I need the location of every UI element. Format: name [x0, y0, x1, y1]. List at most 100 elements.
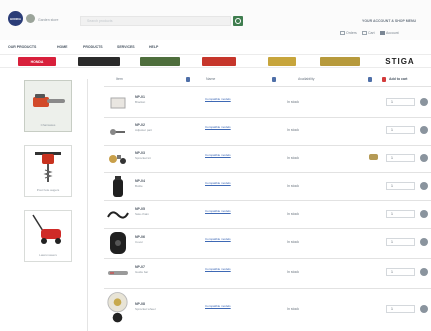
main-nav: OUR PRODUCTS HOME PRODUCTS SERVICES HELP: [0, 44, 431, 52]
table-row-thumb[interactable]: [105, 202, 130, 227]
nav-services[interactable]: SERVICES: [117, 45, 135, 49]
table-row-thumb[interactable]: [105, 174, 130, 199]
nav-products[interactable]: PRODUCTS: [83, 45, 103, 49]
add-to-cart-button[interactable]: [420, 305, 428, 313]
add-to-cart-button[interactable]: [420, 268, 428, 276]
add-to-cart-button[interactable]: [420, 238, 428, 246]
table-row-thumb[interactable]: [105, 119, 130, 144]
table-row-thumb[interactable]: [105, 146, 130, 171]
chainsaw-icon: [33, 94, 65, 107]
row-divider: [104, 288, 431, 289]
quantity-input[interactable]: 1: [386, 154, 415, 162]
part-description: Guide bar: [135, 270, 149, 274]
quantity-input[interactable]: 1: [386, 182, 415, 190]
compatible-models-link[interactable]: Compatible models: [205, 97, 231, 101]
sort-icon[interactable]: [368, 77, 372, 82]
availability-text: In stock: [287, 100, 300, 104]
compatible-models-link[interactable]: Compatible models: [205, 125, 231, 129]
table-row-thumb[interactable]: [105, 90, 130, 115]
part-description: Bracket: [135, 100, 146, 104]
quantity-input[interactable]: 1: [386, 126, 415, 134]
auger-icon: [35, 152, 61, 182]
quantity-input[interactable]: 1: [386, 305, 415, 313]
part-code: NP-01: [135, 95, 145, 99]
part-description: Bottle: [135, 184, 143, 188]
brand-logo-6[interactable]: [320, 57, 360, 66]
quantity-input[interactable]: 1: [386, 238, 415, 246]
column-add-to-cart: Add to cart: [389, 77, 408, 81]
chain-icon: [106, 210, 129, 219]
part-code: NP-06: [135, 235, 145, 239]
column-item[interactable]: Item: [116, 77, 123, 81]
part-code: NP-05: [135, 207, 145, 211]
add-to-cart-button[interactable]: [420, 182, 428, 190]
nav-home[interactable]: HOME: [57, 45, 68, 49]
brand-logo-1[interactable]: HONDA: [18, 57, 56, 66]
compatible-models-link[interactable]: Compatible models: [205, 304, 231, 308]
brand-logo-3[interactable]: [140, 57, 180, 66]
add-to-cart-button[interactable]: [420, 98, 428, 106]
search-placeholder: Search products: [87, 19, 113, 23]
wheel-icon: [107, 291, 128, 322]
brand-logo-stiga[interactable]: STIGA: [375, 57, 425, 66]
category-post-hole-augers[interactable]: Post hole augers: [24, 145, 72, 197]
accessory-icon: [369, 154, 378, 160]
brand-logo[interactable]: HONDA: [8, 11, 23, 26]
column-availability[interactable]: Availability: [298, 77, 314, 81]
availability-text: In stock: [287, 212, 300, 216]
category-chainsaws[interactable]: Chainsaws: [24, 80, 72, 132]
compatible-models-link[interactable]: Compatible models: [205, 153, 231, 157]
sort-icon[interactable]: [272, 77, 276, 82]
availability-text: In stock: [287, 307, 300, 311]
row-divider: [104, 145, 431, 146]
availability-text: In stock: [287, 270, 300, 274]
search-input[interactable]: Search products: [80, 16, 231, 26]
store-name: Garden store: [38, 18, 59, 22]
brand-logo-5[interactable]: [268, 57, 296, 66]
part-code: NP-02: [135, 123, 145, 127]
orders-icon[interactable]: Orders: [340, 31, 357, 36]
part-description: Sprocket kit: [135, 156, 151, 160]
quantity-input[interactable]: 1: [386, 210, 415, 218]
category-lawnmowers[interactable]: Lawnmowers: [24, 210, 72, 262]
compatible-models-link[interactable]: Compatible models: [205, 209, 231, 213]
account-icon[interactable]: Account: [380, 31, 399, 36]
quantity-input[interactable]: 1: [386, 268, 415, 276]
compatible-models-link[interactable]: Compatible models: [205, 267, 231, 271]
brand-logo-4[interactable]: [202, 57, 236, 66]
brand-bar: HONDA STIGA: [0, 54, 431, 68]
table-row-thumb[interactable]: [105, 291, 130, 322]
column-name[interactable]: Name: [206, 77, 215, 81]
availability-text: In stock: [287, 128, 300, 132]
table-row-thumb[interactable]: [105, 260, 130, 285]
guide-bar-icon: [107, 270, 128, 275]
brand-logo-2[interactable]: [78, 57, 120, 66]
category-label: Lawnmowers: [39, 253, 57, 257]
account-menu-link[interactable]: YOUR ACCOUNT & SHOP MENU: [362, 19, 416, 23]
part-description: Cover: [135, 240, 144, 244]
row-divider: [104, 228, 431, 229]
compatible-models-link[interactable]: Compatible models: [205, 237, 231, 241]
add-to-cart-button[interactable]: [420, 210, 428, 218]
cover-icon: [109, 231, 126, 254]
quantity-input[interactable]: 1: [386, 98, 415, 106]
part-description: Sprocket wheel: [135, 307, 156, 311]
table-row-thumb[interactable]: [105, 230, 130, 255]
row-divider: [104, 258, 431, 259]
row-divider: [104, 86, 431, 87]
nav-help[interactable]: HELP: [149, 45, 158, 49]
sort-icon[interactable]: [186, 77, 190, 82]
availability-text: In stock: [287, 184, 300, 188]
row-divider: [104, 172, 431, 173]
search-button[interactable]: [233, 16, 243, 26]
part-description: Saw chain: [135, 212, 149, 216]
secondary-logo-icon: [26, 14, 35, 23]
nav-our-products[interactable]: OUR PRODUCTS: [8, 45, 36, 49]
lawnmower-icon: [32, 214, 61, 244]
sprocket-icon: [108, 154, 126, 164]
add-to-cart-button[interactable]: [420, 126, 428, 134]
compatible-models-link[interactable]: Compatible models: [205, 181, 231, 185]
cart-icon[interactable]: Cart: [362, 31, 375, 36]
sidebar-divider: [87, 79, 88, 331]
add-to-cart-button[interactable]: [420, 154, 428, 162]
